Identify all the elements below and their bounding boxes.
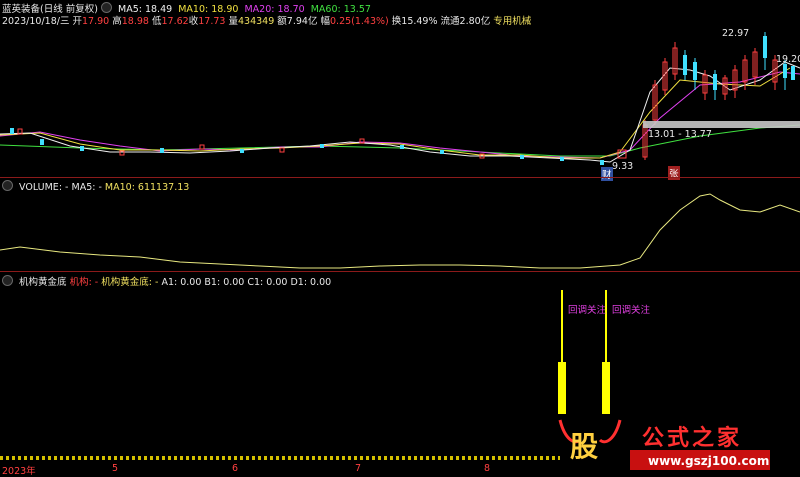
- time-axis-label: 6: [232, 463, 239, 474]
- volume-title[interactable]: VOLUME: -: [19, 182, 68, 193]
- indicator-name[interactable]: 机构黄金底: [19, 277, 67, 288]
- time-axis-label: 7: [355, 463, 362, 474]
- watermark-site-name: 公式之家: [642, 426, 743, 451]
- candle[interactable]: [683, 55, 687, 75]
- panel-settings-icon[interactable]: [2, 275, 13, 286]
- candle[interactable]: [713, 74, 717, 90]
- candle[interactable]: [400, 145, 404, 149]
- candle[interactable]: [600, 160, 604, 165]
- candle[interactable]: [520, 155, 524, 159]
- volume-ma5: MA5: -: [71, 182, 102, 193]
- panel-divider[interactable]: [0, 177, 800, 178]
- candle[interactable]: [160, 148, 164, 153]
- cai-badge[interactable]: 财: [601, 167, 613, 181]
- signal-bar-1[interactable]: [558, 362, 566, 414]
- candle[interactable]: [763, 36, 767, 58]
- box-range-label: 13.01 - 13.77: [648, 129, 712, 140]
- signal-bar-2[interactable]: [602, 362, 610, 414]
- candle[interactable]: [693, 62, 697, 80]
- panel-settings-icon[interactable]: [2, 180, 13, 191]
- candle[interactable]: [240, 149, 244, 153]
- indicator-c1: C1: 0.00: [247, 277, 288, 288]
- low-price-label: 9.33: [612, 161, 634, 172]
- right-price-label: 19.20: [776, 54, 800, 65]
- peak-price-label: 22.97: [722, 28, 750, 39]
- candle[interactable]: [80, 146, 84, 151]
- candle[interactable]: [560, 157, 564, 161]
- indicator-sub1: 机构: -: [69, 277, 99, 288]
- candle[interactable]: [320, 144, 324, 148]
- candle[interactable]: [783, 64, 787, 78]
- volume-ma10: MA10: 611137.13: [104, 182, 190, 193]
- chart-canvas[interactable]: [0, 0, 800, 475]
- indicator-d1: D1: 0.00: [290, 277, 332, 288]
- price-box-band[interactable]: [643, 121, 800, 128]
- volume-panel-header: VOLUME: - MA5: - MA10: 611137.13: [2, 180, 189, 193]
- watermark-logo-char: 股: [570, 430, 599, 463]
- indicator-b1: B1: 0.00: [204, 277, 245, 288]
- panel-divider[interactable]: [0, 271, 800, 272]
- candle[interactable]: [199, 144, 205, 150]
- candlesticks[interactable]: [10, 32, 795, 165]
- indicator-a1: A1: 0.00: [161, 277, 202, 288]
- volume-ma-line: [0, 193, 800, 269]
- time-axis-label: 8: [484, 463, 491, 474]
- watermark-url: www.gszj100.com: [648, 454, 770, 468]
- candle[interactable]: [10, 128, 14, 134]
- indicator-panel-header: 机构黄金底 机构: - 机构黄金底: - A1: 0.00 B1: 0.00 C…: [2, 274, 331, 288]
- signal-label-2: 回调关注: [612, 305, 651, 316]
- candle[interactable]: [40, 139, 44, 145]
- candle[interactable]: [440, 150, 444, 154]
- time-axis-label: 5: [112, 463, 119, 474]
- signal-label-1: 回调关注: [568, 305, 607, 316]
- ma10-line: [0, 67, 791, 159]
- candle[interactable]: [791, 66, 795, 80]
- candle[interactable]: [279, 147, 285, 153]
- indicator-sub2: 机构黄金底: -: [101, 277, 159, 288]
